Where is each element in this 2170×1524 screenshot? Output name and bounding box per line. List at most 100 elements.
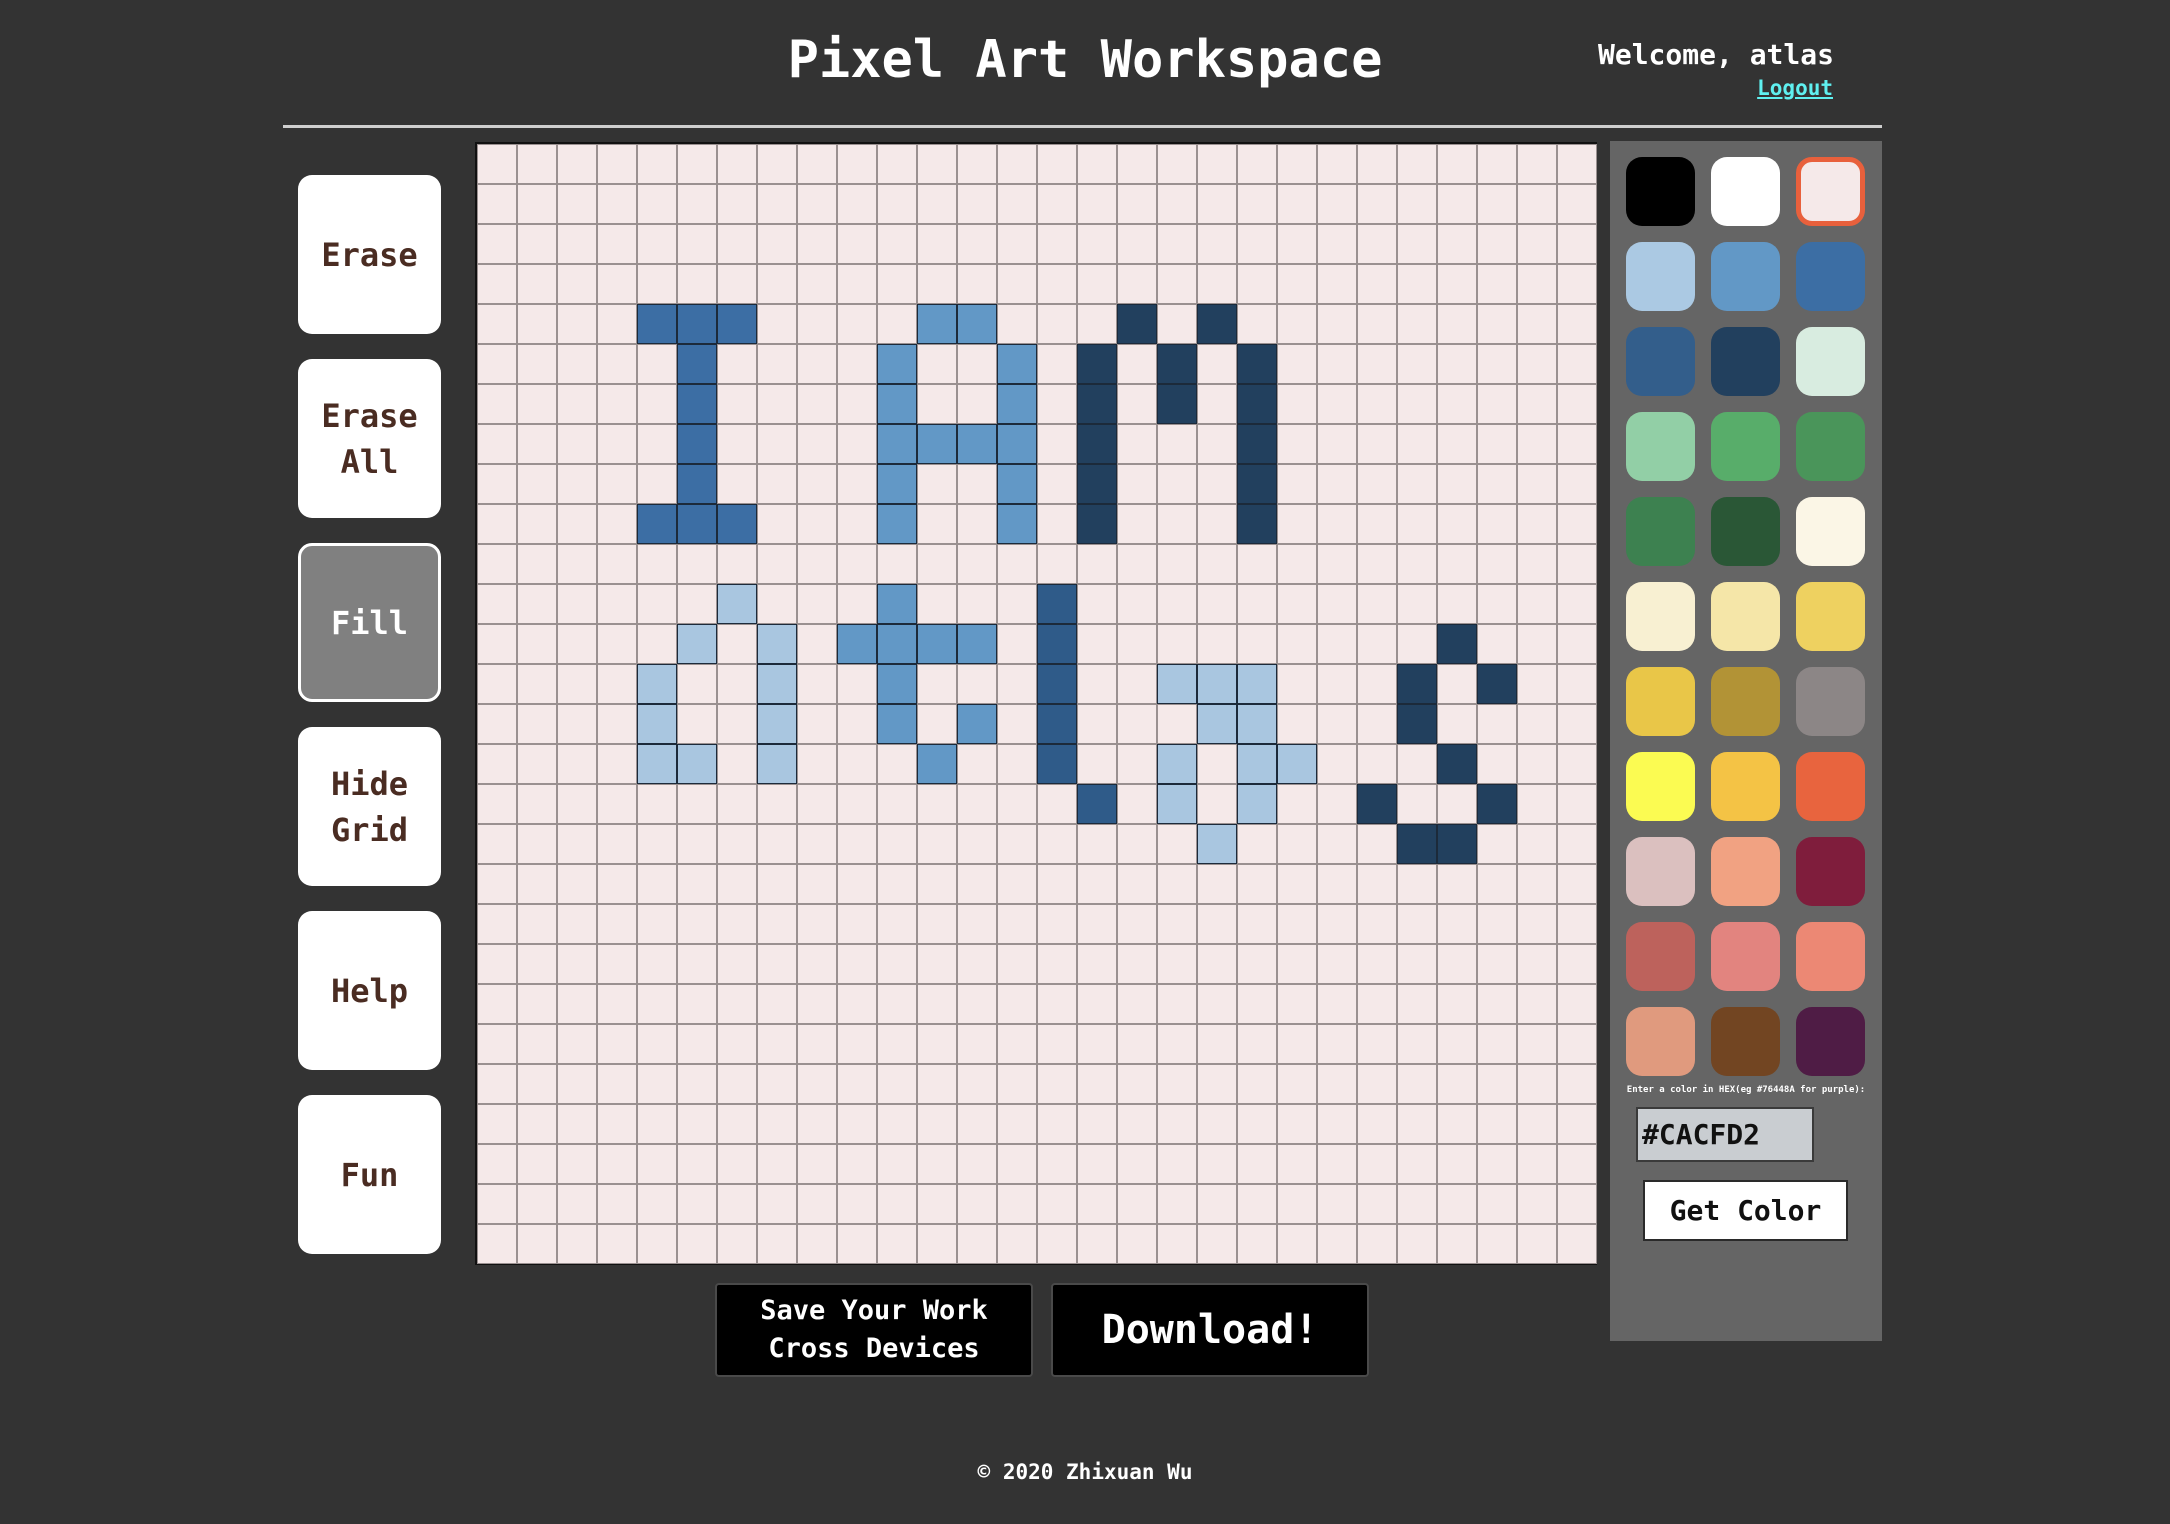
pixel-cell[interactable] (1557, 824, 1597, 864)
pixel-cell[interactable] (1077, 504, 1117, 544)
pixel-cell[interactable] (797, 1064, 837, 1104)
pixel-cell[interactable] (1517, 744, 1557, 784)
pixel-cell[interactable] (677, 144, 717, 184)
pixel-cell[interactable] (1557, 544, 1597, 584)
pixel-cell[interactable] (837, 464, 877, 504)
pixel-cell[interactable] (1037, 944, 1077, 984)
pixel-cell[interactable] (997, 384, 1037, 424)
pixel-cell[interactable] (1157, 864, 1197, 904)
pixel-cell[interactable] (757, 944, 797, 984)
pixel-cell[interactable] (837, 304, 877, 344)
pixel-cell[interactable] (757, 184, 797, 224)
palette-swatch[interactable] (1796, 497, 1865, 566)
pixel-cell[interactable] (1117, 824, 1157, 864)
pixel-cell[interactable] (557, 824, 597, 864)
pixel-cell[interactable] (1237, 824, 1277, 864)
pixel-cell[interactable] (717, 304, 757, 344)
pixel-cell[interactable] (637, 744, 677, 784)
pixel-cell[interactable] (637, 904, 677, 944)
pixel-cell[interactable] (1317, 824, 1357, 864)
pixel-cell[interactable] (677, 424, 717, 464)
pixel-cell[interactable] (557, 1024, 597, 1064)
pixel-cell[interactable] (837, 1104, 877, 1144)
pixel-cell[interactable] (557, 704, 597, 744)
pixel-cell[interactable] (1237, 1224, 1277, 1264)
pixel-cell[interactable] (597, 304, 637, 344)
pixel-cell[interactable] (837, 1024, 877, 1064)
pixel-cell[interactable] (717, 584, 757, 624)
pixel-cell[interactable] (1037, 1144, 1077, 1184)
pixel-cell[interactable] (997, 1184, 1037, 1224)
pixel-cell[interactable] (1477, 744, 1517, 784)
pixel-cell[interactable] (1437, 864, 1477, 904)
fill-button[interactable]: Fill (298, 543, 441, 702)
pixel-cell[interactable] (1077, 344, 1117, 384)
pixel-cell[interactable] (1157, 1024, 1197, 1064)
pixel-cell[interactable] (1557, 1024, 1597, 1064)
palette-swatch[interactable] (1711, 412, 1780, 481)
pixel-cell[interactable] (517, 584, 557, 624)
pixel-cell[interactable] (597, 944, 637, 984)
pixel-cell[interactable] (717, 144, 757, 184)
pixel-cell[interactable] (797, 584, 837, 624)
pixel-cell[interactable] (1517, 504, 1557, 544)
pixel-cell[interactable] (1517, 904, 1557, 944)
pixel-cell[interactable] (677, 1024, 717, 1064)
pixel-cell[interactable] (797, 624, 837, 664)
pixel-cell[interactable] (1237, 1024, 1277, 1064)
pixel-cell[interactable] (1077, 384, 1117, 424)
pixel-cell[interactable] (1557, 584, 1597, 624)
pixel-cell[interactable] (997, 704, 1037, 744)
pixel-cell[interactable] (757, 384, 797, 424)
pixel-cell[interactable] (1157, 264, 1197, 304)
pixel-cell[interactable] (1397, 1184, 1437, 1224)
pixel-cell[interactable] (1357, 344, 1397, 384)
pixel-cell[interactable] (797, 1144, 837, 1184)
pixel-cell[interactable] (597, 864, 637, 904)
pixel-cell[interactable] (917, 264, 957, 304)
pixel-cell[interactable] (1397, 304, 1437, 344)
pixel-cell[interactable] (717, 984, 757, 1024)
pixel-cell[interactable] (637, 584, 677, 624)
pixel-cell[interactable] (597, 1144, 637, 1184)
pixel-cell[interactable] (1237, 464, 1277, 504)
pixel-cell[interactable] (797, 184, 837, 224)
pixel-cell[interactable] (717, 384, 757, 424)
pixel-cell[interactable] (1557, 1064, 1597, 1104)
pixel-cell[interactable] (557, 1064, 597, 1104)
pixel-cell[interactable] (1237, 704, 1277, 744)
pixel-cell[interactable] (1397, 1024, 1437, 1064)
pixel-cell[interactable] (677, 1144, 717, 1184)
palette-swatch[interactable] (1711, 242, 1780, 311)
pixel-cell[interactable] (1517, 384, 1557, 424)
pixel-cell[interactable] (1357, 464, 1397, 504)
pixel-cell[interactable] (1437, 344, 1477, 384)
pixel-cell[interactable] (517, 1184, 557, 1224)
pixel-cell[interactable] (1277, 664, 1317, 704)
palette-swatch[interactable] (1711, 922, 1780, 991)
pixel-cell[interactable] (757, 1024, 797, 1064)
pixel-cell[interactable] (717, 1224, 757, 1264)
palette-swatch[interactable] (1711, 582, 1780, 651)
pixel-cell[interactable] (837, 1184, 877, 1224)
pixel-cell[interactable] (1477, 424, 1517, 464)
pixel-cell[interactable] (917, 184, 957, 224)
pixel-cell[interactable] (597, 264, 637, 304)
pixel-cell[interactable] (957, 304, 997, 344)
pixel-cell[interactable] (1317, 704, 1357, 744)
pixel-cell[interactable] (1317, 904, 1357, 944)
pixel-cell[interactable] (1517, 424, 1557, 464)
pixel-cell[interactable] (517, 504, 557, 544)
pixel-cell[interactable] (1477, 144, 1517, 184)
pixel-cell[interactable] (1557, 984, 1597, 1024)
pixel-cell[interactable] (1477, 704, 1517, 744)
pixel-cell[interactable] (517, 624, 557, 664)
pixel-cell[interactable] (1397, 544, 1437, 584)
pixel-cell[interactable] (677, 584, 717, 624)
pixel-cell[interactable] (1157, 624, 1197, 664)
pixel-cell[interactable] (1117, 1144, 1157, 1184)
pixel-cell[interactable] (677, 184, 717, 224)
palette-swatch[interactable] (1711, 837, 1780, 906)
pixel-cell[interactable] (1477, 624, 1517, 664)
pixel-cell[interactable] (637, 664, 677, 704)
